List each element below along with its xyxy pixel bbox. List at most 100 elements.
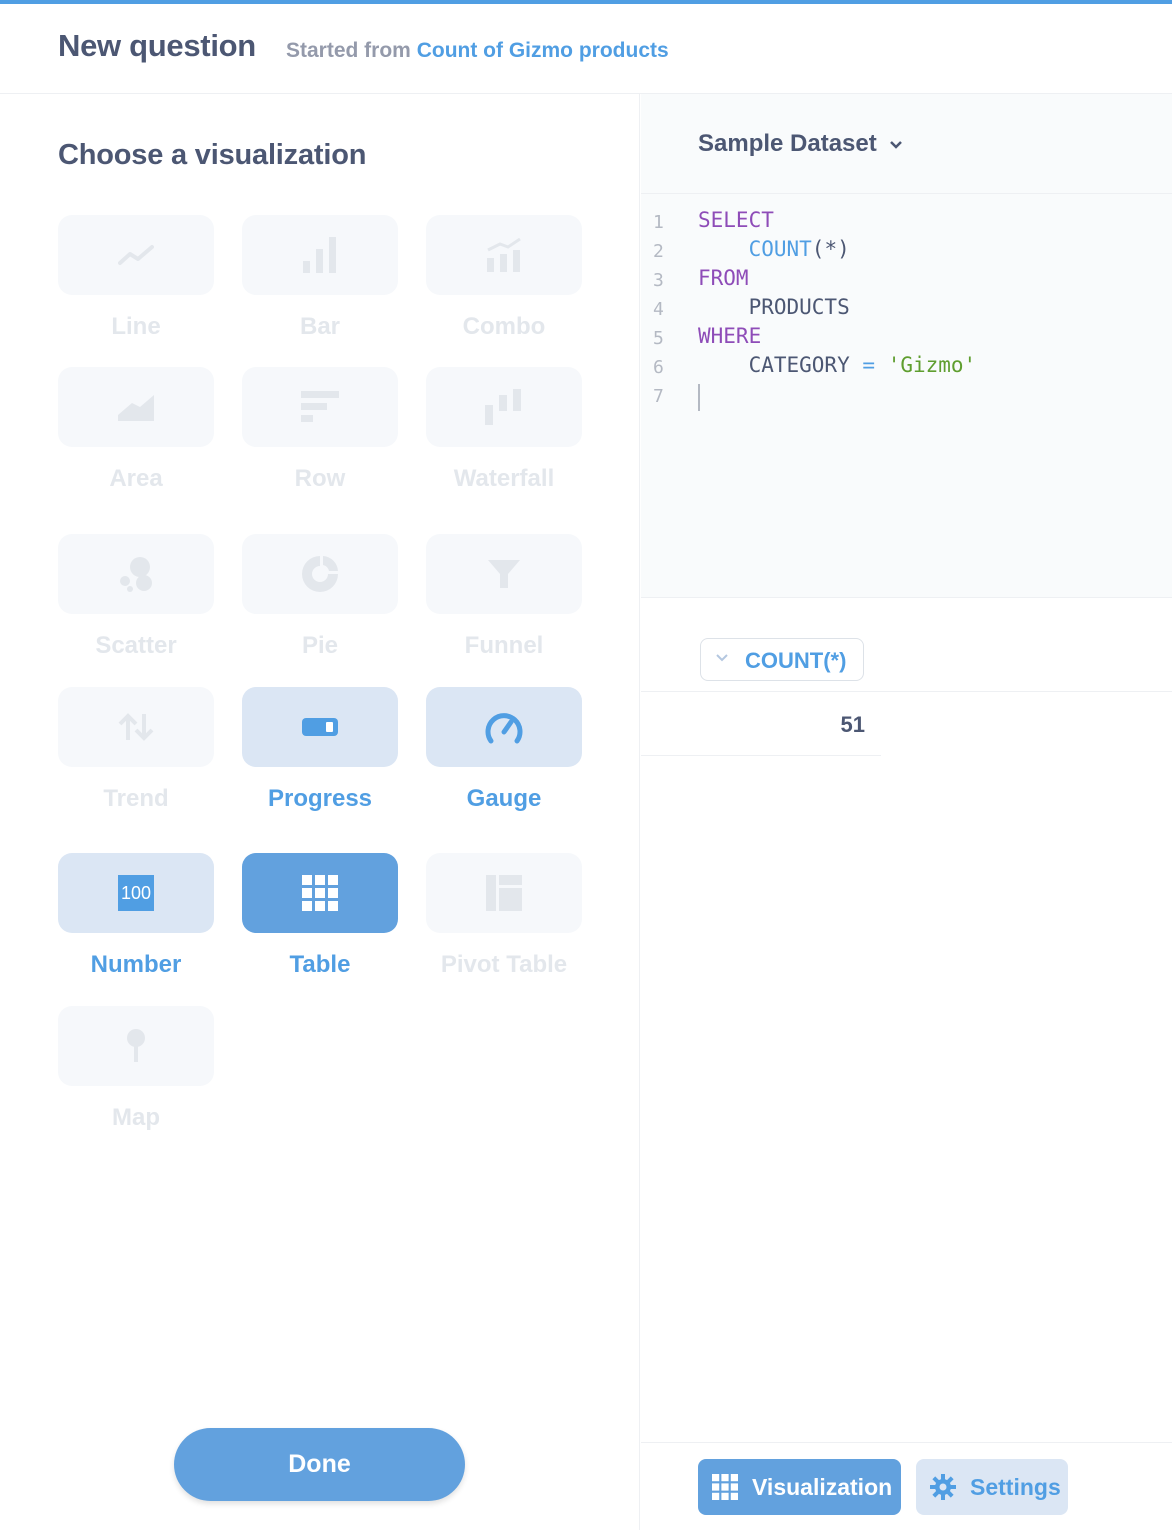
code-text[interactable]: FROM xyxy=(698,266,749,290)
area-chart-icon xyxy=(118,395,154,421)
viz-option-progress[interactable]: Progress xyxy=(242,687,398,813)
code-token: (*) xyxy=(811,237,850,261)
row-chart-icon xyxy=(301,391,339,422)
settings-button-label: Settings xyxy=(970,1473,1061,1500)
done-button[interactable]: Done xyxy=(174,1428,465,1501)
viz-label: Row xyxy=(294,465,346,492)
chevron-down-icon[interactable] xyxy=(889,140,903,150)
line-number: 2 xyxy=(653,241,664,262)
settings-button[interactable]: Settings xyxy=(916,1459,1068,1515)
question-header: New question Started from Count of Gizmo… xyxy=(0,4,1172,94)
viz-tile[interactable] xyxy=(242,534,398,614)
viz-option-scatter[interactable]: Scatter xyxy=(58,534,214,660)
cell-value: 51 xyxy=(840,712,865,737)
code-text[interactable]: COUNT(*) xyxy=(698,237,850,261)
gear-icon xyxy=(930,1474,956,1500)
visualization-button[interactable]: Visualization xyxy=(698,1459,901,1515)
number-icon-text: 100 xyxy=(120,882,152,903)
viz-label: Table xyxy=(289,951,351,978)
code-line[interactable]: 4 PRODUCTS xyxy=(641,295,1172,324)
gauge-icon xyxy=(485,713,523,744)
viz-tile[interactable] xyxy=(58,687,214,767)
view-footer: Visualization Settings xyxy=(641,1442,1172,1530)
viz-option-gauge[interactable]: Gauge xyxy=(426,687,582,813)
chevron-down-icon[interactable] xyxy=(715,653,729,663)
column-name[interactable]: COUNT(*) xyxy=(745,648,846,674)
viz-label: Combo xyxy=(462,313,546,340)
visualization-sidebar: Choose a visualization Line Bar Combo Ar… xyxy=(0,94,640,1530)
code-text[interactable]: WHERE xyxy=(698,324,761,348)
trend-icon xyxy=(118,713,154,741)
viz-option-table[interactable]: Table xyxy=(242,853,398,979)
viz-option-trend[interactable]: Trend xyxy=(58,687,214,813)
viz-option-combo[interactable]: Combo xyxy=(426,215,582,341)
scatter-chart-icon xyxy=(120,557,152,592)
table-icon xyxy=(712,1474,738,1500)
code-line[interactable]: 1 SELECT xyxy=(641,208,1172,237)
line-chart-icon xyxy=(118,245,154,265)
code-line[interactable]: 6 CATEGORY = 'Gizmo' xyxy=(641,353,1172,382)
visualization-button-label: Visualization xyxy=(752,1473,893,1500)
viz-tile[interactable] xyxy=(58,215,214,295)
code-text[interactable]: PRODUCTS xyxy=(698,295,850,319)
viz-option-waterfall[interactable]: Waterfall xyxy=(426,367,582,493)
code-text[interactable]: SELECT xyxy=(698,208,774,232)
map-pin-icon xyxy=(127,1029,145,1062)
code-line[interactable]: 2 COUNT(*) xyxy=(641,237,1172,266)
page-title: New question xyxy=(58,28,256,63)
viz-tile[interactable] xyxy=(242,215,398,295)
column-header[interactable]: COUNT(*) xyxy=(700,638,864,681)
pie-chart-icon xyxy=(302,556,338,592)
viz-label: Map xyxy=(112,1104,160,1131)
viz-label: Scatter xyxy=(95,632,177,659)
viz-option-bar[interactable]: Bar xyxy=(242,215,398,341)
viz-option-pivot-table[interactable]: Pivot Table xyxy=(426,853,582,979)
viz-tile[interactable] xyxy=(58,367,214,447)
viz-tile[interactable] xyxy=(242,367,398,447)
code-token: PRODUCTS xyxy=(698,295,850,319)
source-question-link[interactable]: Count of Gizmo products xyxy=(417,39,669,62)
code-text[interactable]: CATEGORY = 'Gizmo' xyxy=(698,353,977,377)
viz-tile[interactable] xyxy=(426,367,582,447)
viz-option-row[interactable]: Row xyxy=(242,367,398,493)
text-cursor xyxy=(698,384,700,411)
table-cell: 51 xyxy=(641,694,881,756)
funnel-icon xyxy=(488,560,520,588)
viz-option-line[interactable]: Line xyxy=(58,215,214,341)
code-token: = xyxy=(862,353,876,377)
viz-tile[interactable] xyxy=(58,1006,214,1086)
viz-tile[interactable] xyxy=(426,215,582,295)
pivot-table-icon xyxy=(486,875,522,911)
viz-tile[interactable] xyxy=(242,687,398,767)
database-picker[interactable]: Sample Dataset xyxy=(641,94,1172,194)
table-icon xyxy=(302,875,338,911)
started-from-text: Started from Count of Gizmo products xyxy=(286,39,669,63)
viz-tile[interactable] xyxy=(426,534,582,614)
line-number: 7 xyxy=(653,386,664,407)
bar-chart-icon xyxy=(303,237,336,273)
viz-option-number[interactable]: 100 Number xyxy=(58,853,214,979)
viz-tile[interactable] xyxy=(58,534,214,614)
code-line[interactable]: 5 WHERE xyxy=(641,324,1172,353)
viz-tile[interactable] xyxy=(426,853,582,933)
database-name[interactable]: Sample Dataset xyxy=(698,130,877,158)
viz-label: Pivot Table xyxy=(440,951,568,978)
code-line[interactable]: 3 FROM xyxy=(641,266,1172,295)
started-from-prefix: Started from xyxy=(286,39,411,62)
code-token: WHERE xyxy=(698,324,762,348)
code-token: CATEGORY xyxy=(698,353,863,377)
viz-label: Number xyxy=(90,951,182,978)
viz-label: Area xyxy=(109,465,163,492)
viz-option-map[interactable]: Map xyxy=(58,1006,214,1132)
viz-option-funnel[interactable]: Funnel xyxy=(426,534,582,660)
viz-tile[interactable] xyxy=(242,853,398,933)
sql-editor[interactable]: 1 SELECT 2 COUNT(*) 3 FROM 4 PRODUCTS 5 WHERE 6 … xyxy=(641,194,1172,598)
viz-tile[interactable]: 100 xyxy=(58,853,214,933)
viz-label: Waterfall xyxy=(453,465,555,492)
viz-tile[interactable] xyxy=(426,687,582,767)
viz-option-pie[interactable]: Pie xyxy=(242,534,398,660)
viz-option-area[interactable]: Area xyxy=(58,367,214,493)
code-line[interactable]: 7 xyxy=(641,382,1172,411)
